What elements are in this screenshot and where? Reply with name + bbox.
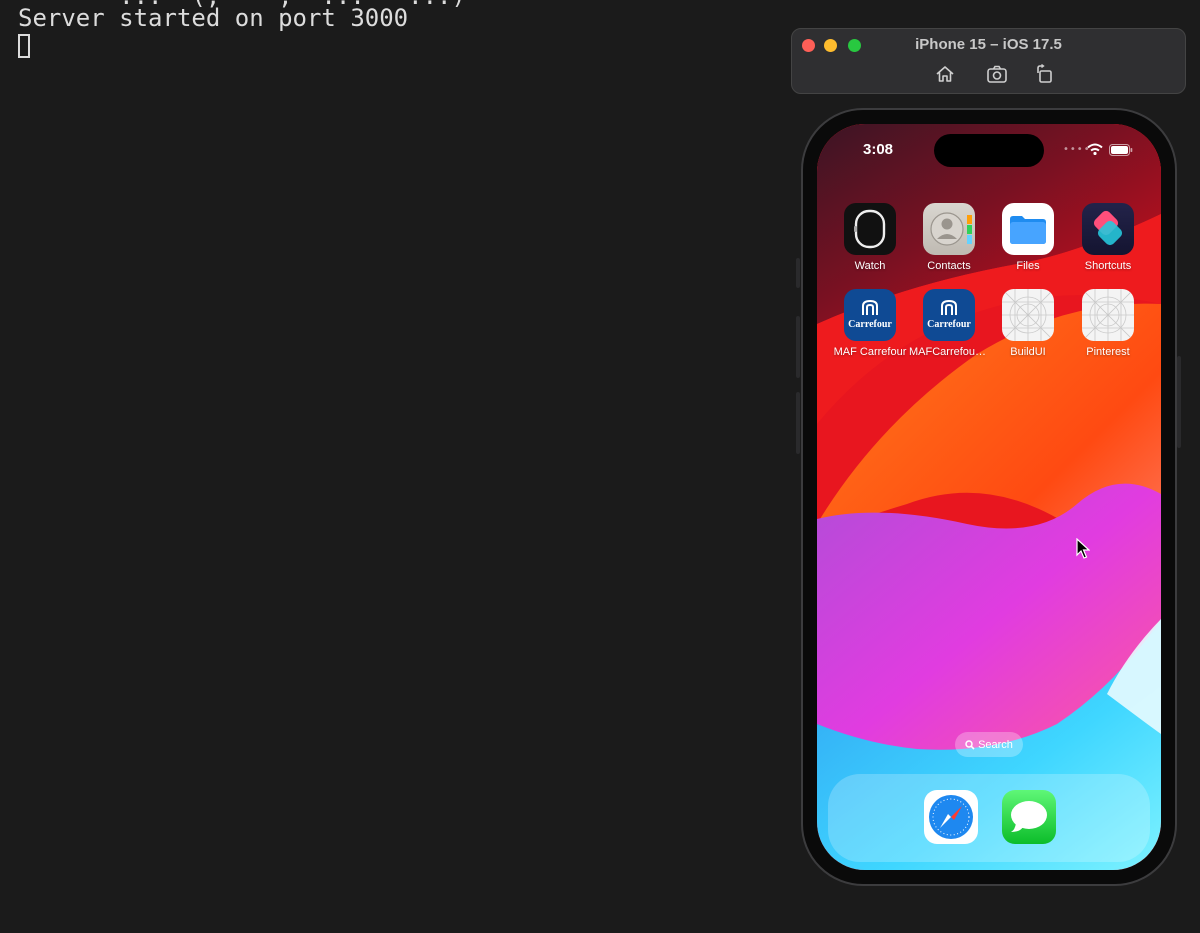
dock (828, 774, 1150, 862)
simulator-title: iPhone 15 – iOS 17.5 (915, 36, 1062, 53)
app-buildui[interactable]: BuildUI (988, 289, 1068, 358)
app-maf-carrefour[interactable]: Carrefour MAF Carrefour (830, 289, 910, 358)
app-files[interactable]: Files (988, 203, 1068, 272)
camera-icon (987, 65, 1007, 83)
app-label: MAFCarrefourT... (909, 346, 989, 358)
placeholder-grid-icon (1082, 289, 1134, 341)
app-pinterest[interactable]: Pinterest (1068, 289, 1148, 358)
search-label: Search (978, 738, 1013, 751)
carrefour-icon: Carrefour (923, 289, 975, 341)
side-button[interactable] (1177, 356, 1181, 448)
app-label: Pinterest (1086, 346, 1130, 358)
files-icon (1002, 203, 1054, 255)
app-label: Shortcuts (1084, 260, 1132, 272)
home-button[interactable] (934, 63, 956, 85)
app-maf-carrefour-t[interactable]: Carrefour MAFCarrefourT... (909, 289, 989, 358)
contacts-icon (923, 203, 975, 255)
app-contacts[interactable]: Contacts (909, 203, 989, 272)
simulator-toolbar: iPhone 15 – iOS 17.5 (791, 28, 1186, 94)
app-watch[interactable]: Watch (830, 203, 910, 272)
home-icon (936, 66, 954, 82)
watch-icon (844, 203, 896, 255)
app-safari[interactable] (924, 790, 978, 844)
app-label: Watch (854, 260, 886, 272)
terminal-cursor (18, 34, 30, 58)
screenshot-button[interactable] (986, 63, 1008, 85)
rotate-button[interactable] (1034, 63, 1056, 85)
app-shortcuts[interactable]: Shortcuts (1068, 203, 1148, 272)
app-label: Files (1016, 260, 1040, 272)
app-label: MAF Carrefour (833, 346, 907, 358)
volume-up-button[interactable] (796, 316, 800, 378)
iphone-screen[interactable]: 3:08 •••• Watch Contacts Files Shortcuts (817, 124, 1161, 870)
wifi-icon (1087, 143, 1103, 155)
battery-icon (1109, 144, 1133, 156)
safari-icon (929, 795, 973, 839)
dynamic-island (934, 134, 1044, 167)
spotlight-search-button[interactable]: Search (955, 732, 1023, 757)
status-time: 3:08 (863, 141, 894, 158)
messages-icon (1011, 801, 1047, 832)
rotate-icon (1037, 63, 1052, 83)
placeholder-grid-icon (1002, 289, 1054, 341)
search-icon (965, 739, 975, 750)
app-label: Contacts (927, 260, 971, 272)
action-button[interactable] (796, 258, 800, 288)
terminal-window[interactable]: ... (, , ... ...) Server started on port… (0, 0, 780, 933)
app-label: BuildUI (1010, 346, 1046, 358)
shortcuts-icon (1082, 203, 1134, 255)
carrefour-icon: Carrefour (844, 289, 896, 341)
volume-down-button[interactable] (796, 392, 800, 454)
terminal-output-line: Server started on port 3000 (18, 4, 409, 32)
app-messages[interactable] (1002, 790, 1056, 844)
mouse-pointer-icon (1076, 538, 1090, 559)
